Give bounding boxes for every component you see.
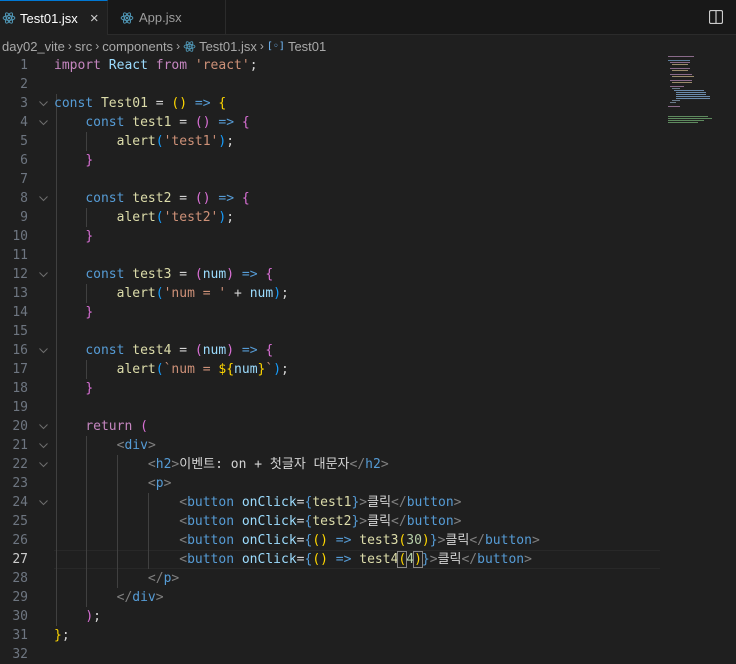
code-line: } <box>85 153 94 168</box>
code-line: </div> <box>116 590 164 605</box>
editor-tab-bar: Test01.jsx × App.jsx <box>0 0 736 35</box>
code-line: }; <box>54 628 70 643</box>
line-number: 2 <box>20 77 28 92</box>
line-number: 6 <box>20 153 28 168</box>
breadcrumb-item[interactable]: day02_vite <box>2 39 65 54</box>
code-line: alert('test1'); <box>116 134 235 149</box>
code-line: <button onClick={test2}>클릭</button> <box>179 514 462 529</box>
fold-chevron-icon[interactable] <box>38 455 48 474</box>
fold-chevron-icon[interactable] <box>38 94 48 113</box>
line-number: 27 <box>12 552 28 567</box>
tab-test01[interactable]: Test01.jsx × <box>0 0 108 35</box>
code-line: const Test01 = () => { <box>54 96 227 111</box>
fold-chevron-icon[interactable] <box>38 436 48 455</box>
line-number: 16 <box>12 343 28 358</box>
code-line: import React from 'react'; <box>54 58 258 73</box>
line-number: 5 <box>20 134 28 149</box>
fold-chevron-icon[interactable] <box>38 341 48 360</box>
minimap[interactable] <box>660 56 726 654</box>
code-line: <button onClick={test1}>클릭</button> <box>179 495 462 510</box>
code-line: alert(`num = ${num}`); <box>116 362 289 377</box>
chevron-right-icon: › <box>95 39 100 53</box>
line-number: 26 <box>12 533 28 548</box>
tab-app[interactable]: App.jsx <box>108 0 226 35</box>
code-line: const test4 = (num) => { <box>85 343 274 358</box>
fold-chevron-icon[interactable] <box>38 493 48 512</box>
code-line: alert('num = ' + num); <box>116 286 289 301</box>
code-line: </p> <box>147 571 180 586</box>
fold-chevron-icon[interactable] <box>38 265 48 284</box>
code-line: } <box>85 229 94 244</box>
line-number: 19 <box>12 400 28 415</box>
react-icon <box>2 11 16 25</box>
code-line: const test3 = (num) => { <box>85 267 274 282</box>
line-number: 22 <box>12 457 28 472</box>
code-line: <h2>이벤트: on + 첫글자 대문자</h2> <box>147 457 389 472</box>
code-line: ); <box>85 609 101 624</box>
line-number: 11 <box>12 248 28 263</box>
line-number: 14 <box>12 305 28 320</box>
line-number: 30 <box>12 609 28 624</box>
line-number: 21 <box>12 438 28 453</box>
fold-chevron-icon[interactable] <box>38 417 48 436</box>
tab-label: App.jsx <box>139 10 182 25</box>
line-number: 15 <box>12 324 28 339</box>
code-line-current: <button onClick={() => test4(4)}>클릭</but… <box>179 551 532 568</box>
code-line: return ( <box>85 419 148 434</box>
code-line: } <box>85 381 94 396</box>
chevron-right-icon: › <box>176 39 181 53</box>
line-number: 31 <box>12 628 28 643</box>
line-number: 23 <box>12 476 28 491</box>
split-editor-icon[interactable] <box>708 9 724 25</box>
code-line: <div> <box>116 438 156 453</box>
close-icon[interactable]: × <box>90 11 99 26</box>
line-number: 25 <box>12 514 28 529</box>
code-line: const test1 = () => { <box>85 115 250 130</box>
breadcrumb-item[interactable]: components <box>102 39 173 54</box>
breadcrumb: day02_vite › src › components › Test01.j… <box>0 35 736 57</box>
breadcrumb-item[interactable]: src <box>75 39 92 54</box>
code-editor[interactable]: 1 2 3 4 5 6 7 8 9 10 11 12 13 14 15 16 1… <box>0 56 736 662</box>
tab-label: Test01.jsx <box>20 10 78 26</box>
react-icon <box>183 40 196 53</box>
line-number: 32 <box>12 647 28 662</box>
fold-chevron-icon[interactable] <box>38 113 48 132</box>
react-icon <box>120 11 134 25</box>
chevron-right-icon: › <box>259 39 264 53</box>
line-number: 3 <box>20 96 28 111</box>
line-number: 8 <box>20 191 28 206</box>
line-number: 28 <box>12 571 28 586</box>
line-number: 1 <box>20 58 28 73</box>
chevron-right-icon: › <box>67 39 72 53</box>
code-line: alert('test2'); <box>116 210 235 225</box>
line-number: 24 <box>12 495 28 510</box>
line-number: 10 <box>12 229 28 244</box>
symbol-variable-icon: [◦] <box>266 40 285 52</box>
line-number: 17 <box>12 362 28 377</box>
line-number: 9 <box>20 210 28 225</box>
line-number: 29 <box>12 590 28 605</box>
line-number: 13 <box>12 286 28 301</box>
fold-chevron-icon[interactable] <box>38 189 48 208</box>
code-line: } <box>85 305 94 320</box>
code-line: <p> <box>147 476 172 491</box>
line-number: 12 <box>12 267 28 282</box>
line-number: 7 <box>20 172 28 187</box>
code-line: const test2 = () => { <box>85 191 250 206</box>
code-line: <button onClick={() => test3(30)}>클릭</bu… <box>179 533 540 548</box>
line-number: 20 <box>12 419 28 434</box>
breadcrumb-item[interactable]: Test01 <box>288 39 326 54</box>
line-number: 4 <box>20 115 28 130</box>
line-number: 18 <box>12 381 28 396</box>
breadcrumb-item[interactable]: Test01.jsx <box>199 39 257 54</box>
